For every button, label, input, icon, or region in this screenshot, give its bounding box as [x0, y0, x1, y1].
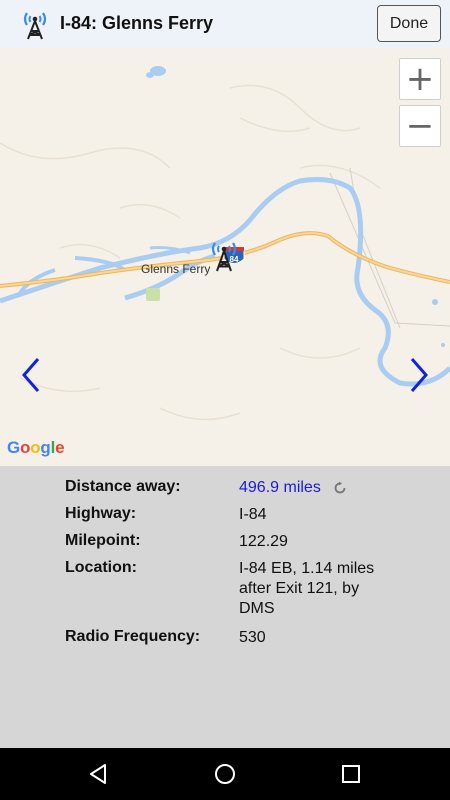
location-label: Location: [65, 559, 137, 576]
zoom-in-button[interactable]: + [399, 58, 441, 100]
refresh-icon[interactable] [333, 481, 347, 495]
app-header: I-84: Glenns Ferry Done [0, 0, 450, 48]
home-circle-icon [215, 764, 235, 784]
station-marker-icon[interactable] [210, 240, 238, 272]
distance-label: Distance away: [65, 478, 181, 495]
highway-label: Highway: [65, 505, 137, 522]
frequency-label: Radio Frequency: [65, 628, 201, 645]
map-view[interactable]: 84 Glenns Ferry + − Google [0, 48, 450, 466]
location-value: I-84 EB, 1.14 miles after Exit 121, by D… [239, 560, 375, 617]
frequency-value: 530 [239, 629, 266, 646]
done-button[interactable]: Done [377, 5, 441, 42]
page-title: I-84: Glenns Ferry [60, 13, 214, 33]
home-button[interactable] [212, 762, 238, 786]
milepoint-label: Milepoint: [65, 532, 141, 549]
milepoint-value: 122.29 [239, 533, 288, 550]
place-label: Glenns Ferry [141, 262, 211, 276]
chevron-left-icon [22, 358, 40, 392]
radio-tower-icon [23, 12, 47, 40]
next-button[interactable] [404, 353, 434, 397]
distance-value[interactable]: 496.9 miles [239, 478, 399, 498]
highway-value: I-84 [239, 506, 267, 523]
recents-button[interactable] [338, 762, 364, 786]
system-nav-bar [0, 748, 450, 800]
back-button[interactable] [86, 762, 112, 786]
zoom-out-button[interactable]: − [399, 105, 441, 147]
chevron-right-icon [410, 358, 428, 392]
google-logo: Google [7, 438, 65, 457]
previous-button[interactable] [16, 353, 46, 397]
recents-square-icon [342, 765, 360, 783]
station-details: Distance away: 496.9 miles Highway: I-84… [0, 466, 450, 748]
back-triangle-icon [90, 764, 106, 784]
